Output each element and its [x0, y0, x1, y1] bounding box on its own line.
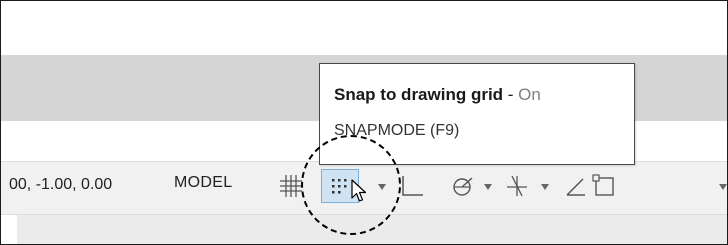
tooltip-title: Snap to drawing grid	[334, 85, 504, 104]
polar-tracking-icon[interactable]	[450, 173, 476, 199]
tooltip-state: On	[518, 85, 541, 104]
window-top-area	[1, 1, 727, 55]
tooltip-title-line: Snap to drawing grid - On	[334, 85, 541, 105]
ortho-icon[interactable]	[399, 173, 425, 199]
snap-tooltip: Snap to drawing grid - On SNAPMODE (F9)	[319, 63, 635, 165]
snap-mode-dropdown-arrow[interactable]	[378, 184, 386, 190]
polar-tracking-dropdown-arrow[interactable]	[484, 184, 492, 190]
model-space-button[interactable]: MODEL	[174, 174, 232, 192]
object-snap-icon[interactable]	[591, 173, 617, 199]
snap-mode-icon	[327, 174, 353, 205]
bottom-panel	[17, 215, 727, 244]
isometric-drafting-icon[interactable]	[563, 173, 589, 199]
coordinate-readout[interactable]: 00, -1.00, 0.00	[9, 176, 112, 194]
grid-icon[interactable]	[278, 173, 304, 199]
object-snap-tracking-icon[interactable]	[504, 173, 530, 199]
application-window: 00, -1.00, 0.00 MODEL Snap to drawing gr…	[0, 0, 728, 245]
mouse-cursor-icon	[351, 179, 367, 208]
object-snap-dropdown-arrow[interactable]	[719, 184, 727, 190]
object-snap-tracking-dropdown-arrow[interactable]	[541, 184, 549, 190]
tooltip-separator: -	[503, 85, 519, 104]
tooltip-command: SNAPMODE (F9)	[334, 122, 460, 139]
